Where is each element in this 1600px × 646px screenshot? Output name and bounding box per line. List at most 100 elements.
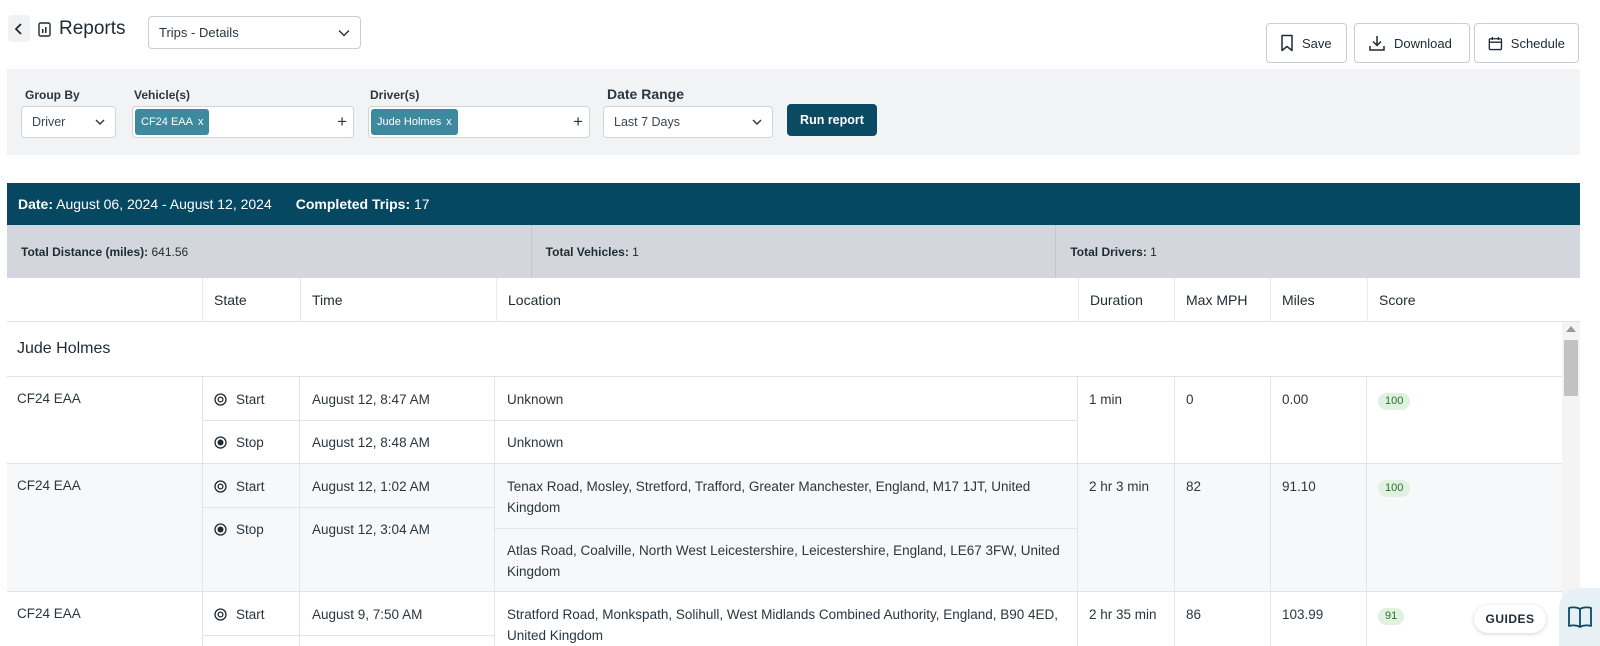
location-cell: Unknown xyxy=(507,392,564,407)
total-vehicles-label: Total Vehicles: xyxy=(545,244,629,259)
column-header-duration[interactable]: Duration xyxy=(1078,278,1174,322)
group-by-select[interactable]: Driver xyxy=(21,106,116,138)
guides-button[interactable]: GUIDES xyxy=(1474,605,1546,633)
max-mph-cell: 0 xyxy=(1186,392,1194,407)
drivers-label: Driver(s) xyxy=(370,88,420,102)
total-drivers-value: 1 xyxy=(1150,244,1157,259)
driver-chip-label: Jude Holmes xyxy=(377,116,442,128)
max-mph-cell: 82 xyxy=(1186,479,1202,494)
stop-state-icon xyxy=(214,523,227,536)
page-title-text: Reports xyxy=(59,18,126,39)
vehicle-chip-label: CF24 EAA xyxy=(141,116,193,128)
column-header-miles[interactable]: Miles xyxy=(1270,278,1367,322)
add-vehicle-icon[interactable]: + xyxy=(337,113,347,131)
vehicles-label: Vehicle(s) xyxy=(134,88,191,102)
back-button[interactable] xyxy=(8,15,30,42)
vehicle-cell: CF24 EAA xyxy=(17,606,81,621)
run-report-button[interactable]: Run report xyxy=(787,104,877,136)
state-cell-stop: Stop xyxy=(204,432,264,453)
column-header-max-mph[interactable]: Max MPH xyxy=(1174,278,1270,322)
state-label: Stop xyxy=(236,435,264,450)
table-row[interactable]: CF24 EAA Start August 12, 1:02 AM Tenax … xyxy=(7,464,1562,592)
date-range-select[interactable]: Last 7 Days xyxy=(603,106,773,138)
vehicle-cell: CF24 EAA xyxy=(17,478,81,493)
start-state-icon xyxy=(214,480,227,493)
miles-cell: 0.00 xyxy=(1282,392,1309,407)
download-button-label: Download xyxy=(1394,35,1452,51)
save-button-label: Save xyxy=(1302,35,1332,51)
column-header-time[interactable]: Time xyxy=(300,278,496,322)
location-cell: Atlas Road, Coalville, North West Leices… xyxy=(507,543,1060,579)
schedule-button-label: Schedule xyxy=(1510,35,1565,51)
time-cell: August 12, 1:02 AM xyxy=(312,479,430,494)
date-summary-label: Date: xyxy=(18,196,54,212)
state-label: Start xyxy=(236,607,265,622)
total-drivers: Total Drivers: 1 xyxy=(1056,225,1580,278)
vehicle-chip-remove[interactable]: x xyxy=(198,116,204,128)
total-drivers-label: Total Drivers: xyxy=(1070,244,1147,259)
state-label: Start xyxy=(236,479,265,494)
time-cell: August 12, 8:48 AM xyxy=(312,435,430,450)
add-driver-icon[interactable]: + xyxy=(573,113,583,131)
chevron-down-icon xyxy=(752,119,762,125)
driver-chip[interactable]: Jude Holmes x xyxy=(371,109,458,135)
time-cell: August 12, 3:04 AM xyxy=(312,522,430,537)
calendar-icon xyxy=(1488,36,1503,50)
state-cell-start: Start xyxy=(204,476,265,497)
driver-group-heading: Jude Holmes xyxy=(7,322,1562,377)
report-type-value: Trips - Details xyxy=(159,25,239,40)
column-header-state[interactable]: State xyxy=(202,278,300,322)
state-cell-start: Start xyxy=(204,389,265,410)
state-label: Stop xyxy=(236,522,264,537)
state-cell-start: Start xyxy=(204,604,265,625)
score-cell: 91 xyxy=(1368,604,1405,625)
duration-cell: 2 hr 3 min xyxy=(1089,479,1150,494)
page-title: Reports xyxy=(38,18,126,40)
vehicles-field[interactable]: CF24 EAA x + xyxy=(132,106,354,138)
completed-trips-label: Completed Trips: xyxy=(295,196,411,212)
date-range-value: Last 7 Days xyxy=(614,115,681,129)
table-row[interactable]: CF24 EAA Start August 9, 7:50 AM Stratfo… xyxy=(7,592,1562,646)
guides-book-button[interactable] xyxy=(1559,588,1600,646)
time-cell: August 9, 7:50 AM xyxy=(312,607,423,622)
column-header-vehicle[interactable] xyxy=(7,278,202,322)
column-header-score[interactable]: Score xyxy=(1367,278,1580,322)
location-cell: Unknown xyxy=(507,435,564,450)
table-row[interactable]: CF24 EAA Start August 12, 8:47 AM Unknow… xyxy=(7,377,1562,464)
scroll-up-icon[interactable] xyxy=(1566,326,1576,332)
save-button[interactable]: Save xyxy=(1266,23,1347,63)
table-header: State Time Location Duration Max MPH Mil… xyxy=(7,278,1580,322)
drivers-field[interactable]: Jude Holmes x + xyxy=(368,106,590,138)
schedule-button[interactable]: Schedule xyxy=(1474,23,1579,63)
location-cell: Stratford Road, Monkspath, Solihull, Wes… xyxy=(507,607,1059,643)
group-by-label: Group By xyxy=(25,88,80,102)
total-vehicles-value: 1 xyxy=(632,244,639,259)
duration-cell: 1 min xyxy=(1089,392,1123,407)
date-range-label: Date Range xyxy=(607,86,685,102)
vehicle-cell: CF24 EAA xyxy=(17,391,81,406)
stop-state-icon xyxy=(214,436,227,449)
summary-bar: Date: August 06, 2024 - August 12, 2024 … xyxy=(7,183,1580,225)
open-book-icon xyxy=(1567,606,1592,628)
group-by-value: Driver xyxy=(32,115,66,129)
driver-chip-remove[interactable]: x xyxy=(446,116,452,128)
miles-cell: 103.99 xyxy=(1282,607,1324,622)
vehicle-chip[interactable]: CF24 EAA x xyxy=(135,109,210,135)
total-vehicles: Total Vehicles: 1 xyxy=(532,225,1057,278)
start-state-icon xyxy=(214,393,227,406)
date-summary-value: August 06, 2024 - August 12, 2024 xyxy=(56,196,272,212)
bookmark-icon xyxy=(1281,34,1293,52)
location-cell: Tenax Road, Mosley, Stretford, Trafford,… xyxy=(507,479,1031,515)
chevron-left-icon xyxy=(14,22,22,35)
download-button[interactable]: Download xyxy=(1354,23,1470,63)
start-state-icon xyxy=(214,608,227,621)
completed-trips-summary: Completed Trips: 17 xyxy=(296,196,430,212)
scroll-thumb[interactable] xyxy=(1564,340,1578,396)
score-badge: 91 xyxy=(1378,608,1405,625)
column-header-location[interactable]: Location xyxy=(496,278,1078,322)
max-mph-cell: 86 xyxy=(1186,607,1202,622)
total-distance: Total Distance (miles): 641.56 xyxy=(7,225,532,278)
completed-trips-value: 17 xyxy=(414,196,430,212)
report-type-select[interactable]: Trips - Details xyxy=(148,16,361,49)
totals-bar: Total Distance (miles): 641.56 Total Veh… xyxy=(7,225,1580,278)
